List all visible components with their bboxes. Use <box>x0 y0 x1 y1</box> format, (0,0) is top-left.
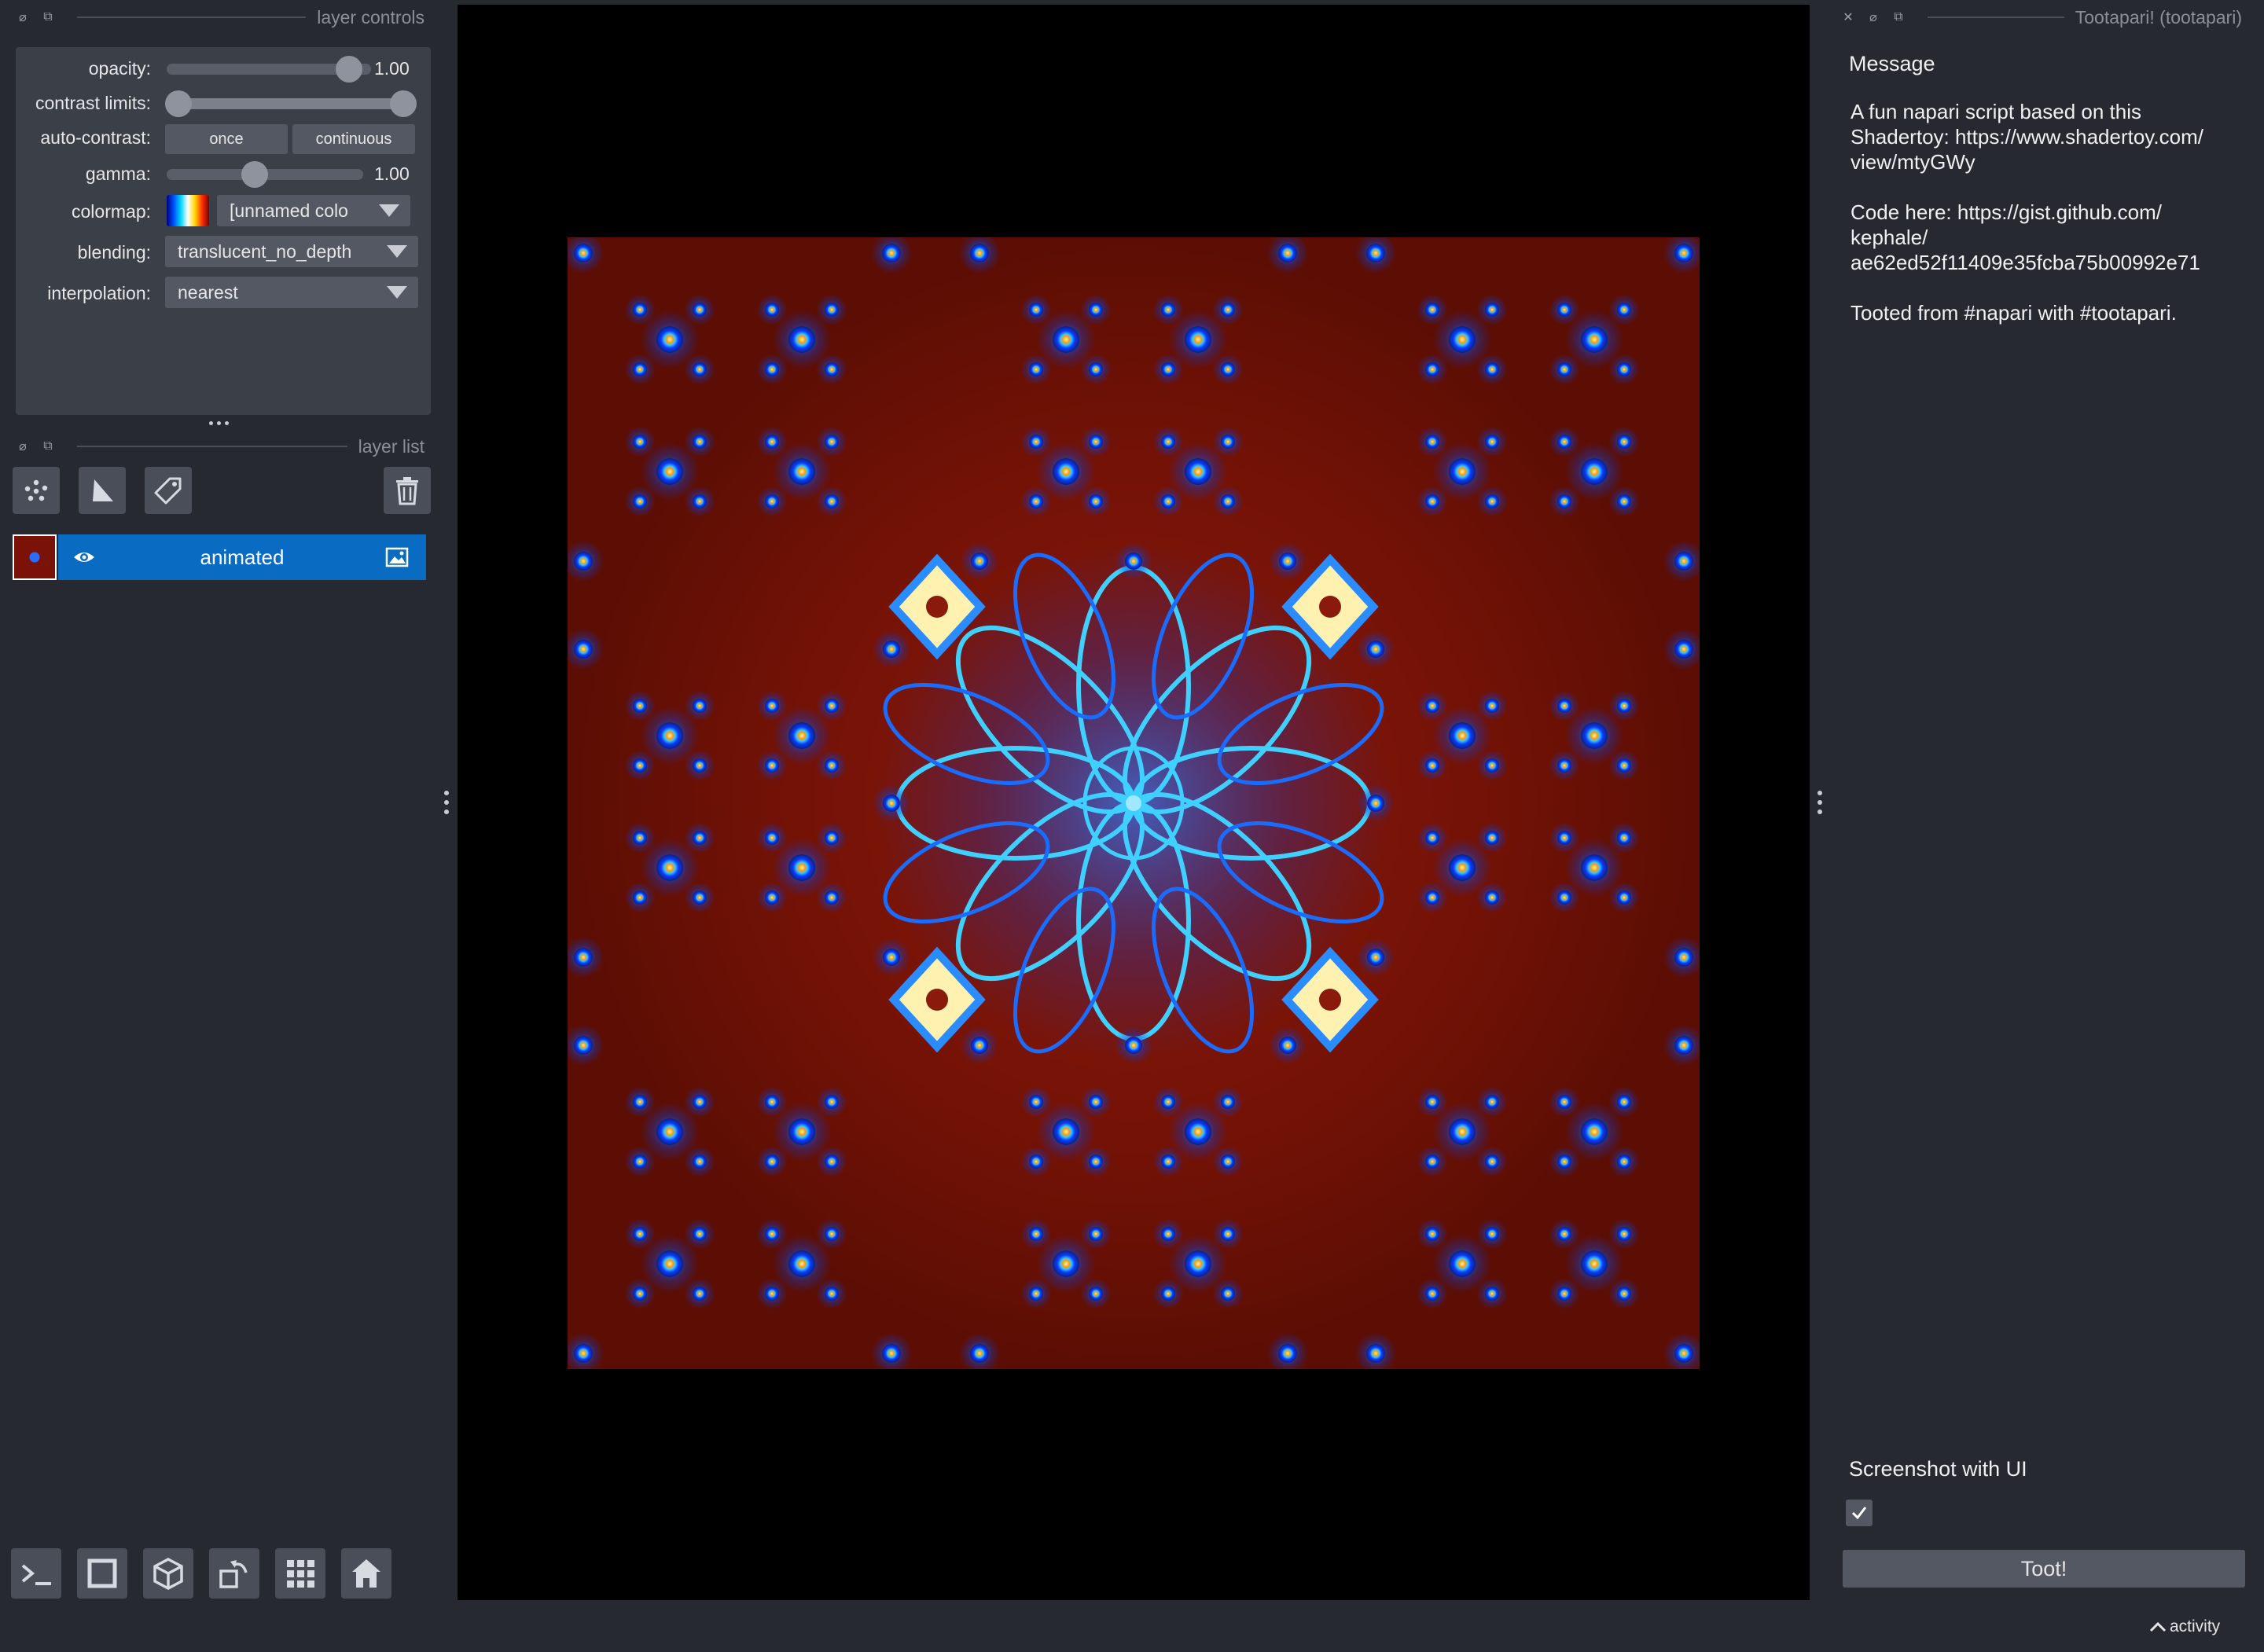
contrast-limits-label: contrast limits: <box>35 93 151 113</box>
message-line: A fun napari script based on this <box>1851 100 2142 123</box>
colormap-label: colormap: <box>72 201 151 222</box>
image-icon <box>385 547 409 567</box>
left-dock-splitter[interactable] <box>443 791 450 814</box>
grid-icon <box>287 1560 314 1588</box>
colormap-preview <box>167 195 209 226</box>
auto-contrast-once-button[interactable]: once <box>165 124 288 154</box>
contrast-limits-slider[interactable] <box>178 98 415 109</box>
layer-thumbnail <box>13 534 57 580</box>
tootapari-titlebar: ✕ ⌀ ⧉ Tootapari! (tootapari) <box>1841 0 2242 35</box>
interpolation-select-value: nearest <box>178 281 238 303</box>
labels-icon <box>154 477 182 505</box>
message-line: ae62ed52f11409e35fcba75b00992e71 <box>1851 251 2200 274</box>
dock-splitter-handle[interactable] <box>209 421 229 425</box>
message-line: view/mtyGWy <box>1851 150 1975 174</box>
message-line <box>1851 275 2244 300</box>
reset-view-button[interactable] <box>341 1548 391 1599</box>
blending-select-value: translucent_no_depth <box>178 240 352 262</box>
close-icon[interactable]: ✕ <box>1841 10 1855 24</box>
shapes-icon <box>93 479 113 501</box>
layer-row-animated[interactable]: animated <box>58 534 426 580</box>
auto-contrast-label: auto-contrast: <box>40 127 151 148</box>
contrast-limits-high-handle[interactable] <box>390 90 417 117</box>
right-dock-splitter[interactable] <box>1816 791 1824 814</box>
3d-cube-icon <box>153 1558 183 1590</box>
opacity-label: opacity: <box>88 58 151 79</box>
layer-controls-title: layer controls <box>317 6 424 28</box>
interpolation-select[interactable]: nearest <box>165 277 418 308</box>
detach-icon[interactable]: ⧉ <box>41 10 55 24</box>
ndisplay-square-icon <box>87 1558 117 1588</box>
layer-name[interactable]: animated <box>58 545 426 570</box>
blending-select[interactable]: translucent_no_depth <box>165 236 418 267</box>
chevron-down-icon <box>387 245 407 258</box>
viewer-canvas[interactable] <box>458 5 1810 1600</box>
toggle-3d-button[interactable] <box>143 1548 193 1599</box>
message-text[interactable]: A fun napari script based on this Shader… <box>1851 99 2244 325</box>
contrast-limits-low-handle[interactable] <box>165 90 192 117</box>
interpolation-label: interpolation: <box>47 283 151 303</box>
animated-image-layer <box>568 237 1700 1369</box>
opacity-value: 1.00 <box>374 58 410 79</box>
message-line: Code here: https://gist.github.com/ <box>1851 200 2162 224</box>
layer-list-titlebar: ⌀ ⧉ layer list <box>16 429 424 464</box>
console-icon <box>21 1564 51 1585</box>
trash-icon <box>396 477 418 505</box>
layer-list-title: layer list <box>358 435 424 457</box>
gamma-value: 1.00 <box>374 163 410 184</box>
new-labels-layer-button[interactable] <box>145 467 192 514</box>
new-points-layer-button[interactable] <box>13 467 60 514</box>
points-icon <box>24 479 48 501</box>
toot-button[interactable]: Toot! <box>1843 1550 2245 1588</box>
new-shapes-layer-button[interactable] <box>79 467 126 514</box>
ndisplay-button[interactable] <box>77 1548 127 1599</box>
colormap-select-value: [unnamed colo <box>230 200 348 221</box>
message-line: kephale/ <box>1851 226 1928 249</box>
message-line: Tooted from #napari with #tootapari. <box>1851 301 2177 325</box>
screenshot-with-ui-checkbox[interactable] <box>1846 1500 1873 1526</box>
console-button[interactable] <box>11 1548 61 1599</box>
roll-dimensions-button[interactable] <box>209 1548 259 1599</box>
auto-contrast-continuous-button[interactable]: continuous <box>292 124 415 154</box>
layer-controls-panel: opacity: 1.00 contrast limits: auto-cont… <box>16 47 431 415</box>
message-line: Shadertoy: https://www.shadertoy.com/ <box>1851 125 2203 149</box>
checkmark-icon <box>1851 1507 1867 1520</box>
tootapari-title: Tootapari! (tootapari) <box>2075 6 2242 28</box>
gamma-slider-handle[interactable] <box>241 161 268 188</box>
opacity-slider-handle[interactable] <box>336 56 362 83</box>
chevron-down-icon <box>379 204 399 217</box>
delete-layer-button[interactable] <box>384 467 431 514</box>
gamma-label: gamma: <box>85 163 151 184</box>
layer-controls-titlebar: ⌀ ⧉ layer controls <box>16 0 424 35</box>
home-icon <box>352 1559 380 1588</box>
roll-icon <box>219 1560 248 1588</box>
message-line <box>1851 174 2244 200</box>
activity-label: activity <box>2170 1617 2221 1635</box>
grid-view-button[interactable] <box>275 1548 325 1599</box>
message-label: Message <box>1849 52 1935 75</box>
chevron-up-icon <box>2149 1621 2167 1632</box>
screenshot-with-ui-label: Screenshot with UI <box>1849 1457 2027 1481</box>
float-icon[interactable]: ⌀ <box>1866 10 1880 24</box>
colormap-select[interactable]: [unnamed colo <box>217 195 410 226</box>
chevron-down-icon <box>387 286 407 299</box>
blending-label: blending: <box>77 242 151 262</box>
float-icon[interactable]: ⌀ <box>16 10 30 24</box>
detach-icon[interactable]: ⧉ <box>41 439 55 453</box>
activity-button[interactable]: activity <box>2149 1617 2220 1636</box>
float-icon[interactable]: ⌀ <box>16 439 30 453</box>
detach-icon[interactable]: ⧉ <box>1891 10 1906 24</box>
